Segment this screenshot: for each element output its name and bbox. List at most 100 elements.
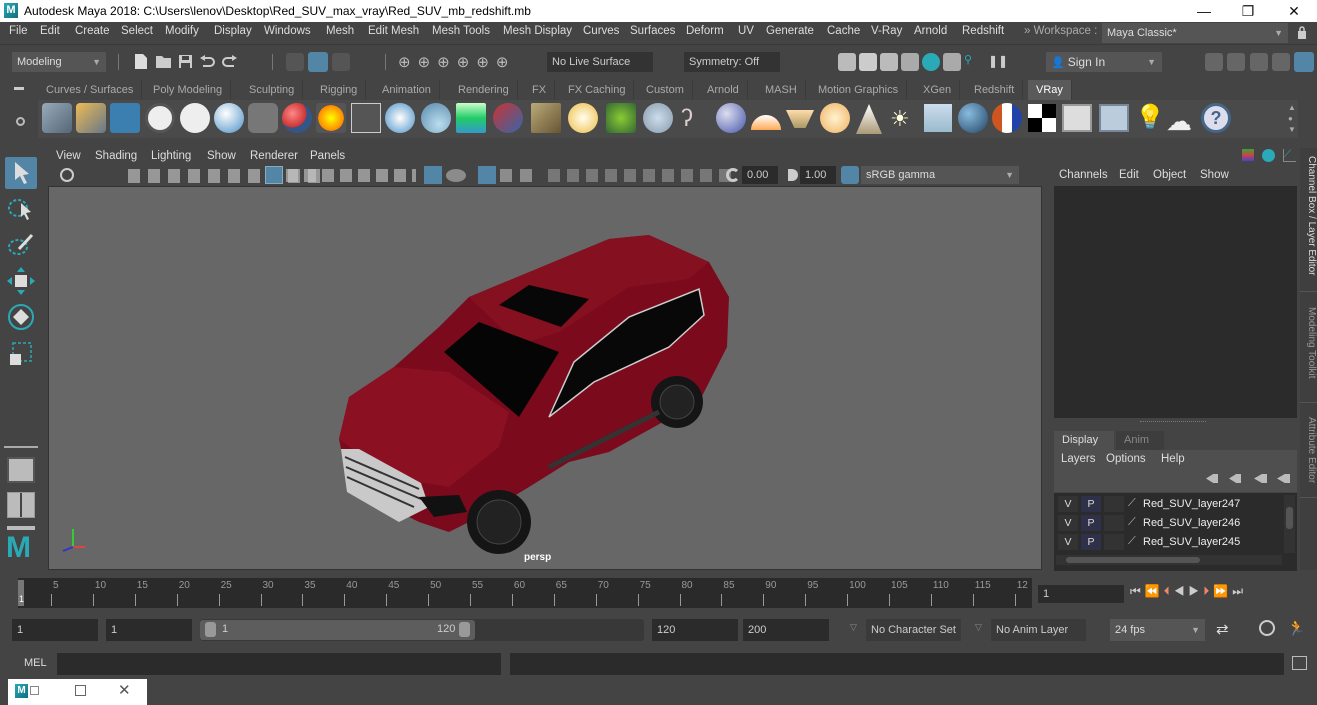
- vray-sky-icon[interactable]: [924, 104, 952, 132]
- playback-start-field[interactable]: 1: [106, 619, 192, 641]
- lock-icon[interactable]: [1297, 26, 1307, 39]
- vray-globe-icon[interactable]: [716, 103, 746, 133]
- menu-file[interactable]: File: [9, 25, 28, 37]
- menu-create[interactable]: Create: [75, 25, 110, 37]
- render-view-icon[interactable]: [838, 53, 856, 71]
- hypershade-icon[interactable]: [922, 53, 940, 71]
- four-view-layout-icon[interactable]: [7, 492, 35, 518]
- open-scene-icon[interactable]: [155, 54, 172, 69]
- undo-icon[interactable]: [199, 55, 215, 69]
- panel-menu-view[interactable]: View: [56, 150, 81, 162]
- vray-fur-icon[interactable]: [606, 103, 636, 133]
- vray-light-dome-icon[interactable]: [214, 103, 244, 133]
- shelf-tab-redshift[interactable]: Redshift: [966, 80, 1024, 100]
- step-back-key-icon[interactable]: ⏪: [1145, 584, 1164, 598]
- snap-together-icon[interactable]: ⊕: [496, 54, 516, 71]
- vray-camera-icon[interactable]: [248, 103, 278, 133]
- shelf-tab-animation[interactable]: Animation: [374, 80, 440, 100]
- vray-omni-light-icon[interactable]: [820, 103, 850, 133]
- vray-toggle-icon[interactable]: [60, 168, 74, 182]
- vray-mesh-light-icon[interactable]: [421, 103, 451, 133]
- light-editor-icon[interactable]: ⚲: [964, 53, 982, 71]
- menu-curves[interactable]: Curves: [583, 25, 619, 37]
- shelf-tab-rigging[interactable]: Rigging: [312, 80, 367, 100]
- go-to-end-icon[interactable]: ⏭: [1232, 584, 1247, 598]
- panel-splitter[interactable]: [1140, 421, 1206, 423]
- snap-view-plane-icon[interactable]: ⊕: [457, 54, 477, 71]
- lighting-icons[interactable]: [500, 169, 540, 182]
- layer-row[interactable]: V P ⟋ Red_SUV_layer245: [1054, 533, 1284, 552]
- single-view-layout-icon[interactable]: [7, 457, 35, 483]
- show-menu[interactable]: Show: [1200, 169, 1229, 181]
- isolate-icons[interactable]: [548, 169, 738, 182]
- layer-playback-toggle[interactable]: P: [1081, 534, 1101, 550]
- layer-display-type-toggle[interactable]: [1104, 496, 1124, 512]
- sign-in-dropdown[interactable]: 👤 Sign In ▼: [1046, 52, 1162, 72]
- layer-name[interactable]: Red_SUV_layer245: [1143, 536, 1240, 548]
- layer-row[interactable]: V P ⟋ Red_SUV_layer247: [1054, 495, 1284, 514]
- vray-sphere-fade-icon[interactable]: [568, 103, 598, 133]
- menu-cache[interactable]: Cache: [827, 25, 860, 37]
- shelf-scroll-icon[interactable]: ▲ ● ▼: [1288, 102, 1296, 135]
- close-icon[interactable]: ✕: [118, 681, 131, 699]
- grid-toggle-icon[interactable]: [265, 166, 283, 184]
- side-tab-attribute-editor[interactable]: Attribute Editor: [1300, 413, 1317, 498]
- vray-checker-icon[interactable]: [1028, 104, 1056, 132]
- chevron-down-icon[interactable]: ▽: [850, 622, 857, 633]
- symmetry-field[interactable]: Symmetry: Off: [684, 52, 780, 72]
- edit-menu[interactable]: Edit: [1119, 169, 1139, 181]
- vray-bulb-icon[interactable]: 💡: [1135, 103, 1165, 132]
- animation-start-field[interactable]: 1: [12, 619, 98, 641]
- snap-curve-icon[interactable]: ⊕: [418, 54, 438, 71]
- select-object-icon[interactable]: [308, 52, 328, 72]
- layers-menu[interactable]: Layers: [1061, 453, 1096, 465]
- paint-select-icon[interactable]: [5, 229, 37, 261]
- side-tab-modeling-toolkit[interactable]: Modeling Toolkit: [1300, 303, 1317, 403]
- shelf-tab-poly-modeling[interactable]: Poly Modeling: [145, 80, 232, 100]
- current-frame-field[interactable]: 1: [1038, 585, 1124, 603]
- minimized-window[interactable]: M ✕: [8, 679, 147, 705]
- smooth-shade-icon[interactable]: [424, 166, 442, 184]
- character-set-field[interactable]: No Character Set: [866, 619, 961, 641]
- panel-menu-renderer[interactable]: Renderer: [250, 150, 298, 162]
- vray-gear-icon[interactable]: [643, 103, 673, 133]
- scrollbar-thumb[interactable]: [1066, 557, 1200, 563]
- move-layer-up-icon[interactable]: [1206, 474, 1218, 483]
- live-surface-field[interactable]: No Live Surface: [547, 52, 653, 72]
- color-management-icon[interactable]: [841, 166, 859, 184]
- shelf-tab-curves-surfaces[interactable]: Curves / Surfaces: [38, 80, 143, 100]
- script-editor-icon[interactable]: [1292, 656, 1307, 670]
- exposure-field[interactable]: 0.00: [742, 166, 778, 184]
- layer-color-icon[interactable]: ⟋: [1128, 516, 1136, 529]
- panel-menu-show[interactable]: Show: [207, 150, 236, 162]
- chevron-down-icon[interactable]: ▽: [975, 622, 982, 633]
- vray-sphere-icon[interactable]: [385, 103, 415, 133]
- textured-icon[interactable]: [446, 169, 466, 182]
- vray-dome-light-icon[interactable]: [751, 115, 781, 130]
- side-tab-channel-box[interactable]: Channel Box / Layer Editor: [1300, 152, 1317, 292]
- gamma-icon[interactable]: [788, 169, 798, 181]
- tool-settings-icon[interactable]: [1250, 53, 1268, 71]
- shelf-tab-arnold[interactable]: Arnold: [699, 80, 748, 100]
- close-button[interactable]: ✕: [1271, 0, 1317, 22]
- shelf-tab-mash[interactable]: MASH: [757, 80, 806, 100]
- layer-display-type-toggle[interactable]: [1104, 534, 1124, 550]
- outliner-layout-icon[interactable]: [7, 526, 35, 530]
- anim-layer-field[interactable]: No Anim Layer: [991, 619, 1086, 641]
- layer-playback-toggle[interactable]: P: [1081, 496, 1101, 512]
- new-layer-selected-icon[interactable]: [1277, 474, 1290, 483]
- menu-mesh[interactable]: Mesh: [326, 25, 354, 37]
- menu-deform[interactable]: Deform: [686, 25, 724, 37]
- anim-prefs-icon[interactable]: 🏃: [1287, 619, 1306, 637]
- menu-windows[interactable]: Windows: [264, 25, 311, 37]
- layer-name[interactable]: Red_SUV_layer246: [1143, 517, 1240, 529]
- menu-vray[interactable]: V-Ray: [871, 25, 902, 37]
- speed-icon[interactable]: [1262, 149, 1275, 162]
- vray-material-icon[interactable]: [282, 103, 312, 133]
- menu-mesh-display[interactable]: Mesh Display: [503, 25, 572, 37]
- menu-edit-mesh[interactable]: Edit Mesh: [368, 25, 419, 37]
- render-current-icon[interactable]: [859, 53, 877, 71]
- layer-horizontal-scrollbar[interactable]: [1056, 555, 1282, 565]
- panel-menu-shading[interactable]: Shading: [95, 150, 137, 162]
- channel-box-toggle-icon[interactable]: [1294, 52, 1314, 72]
